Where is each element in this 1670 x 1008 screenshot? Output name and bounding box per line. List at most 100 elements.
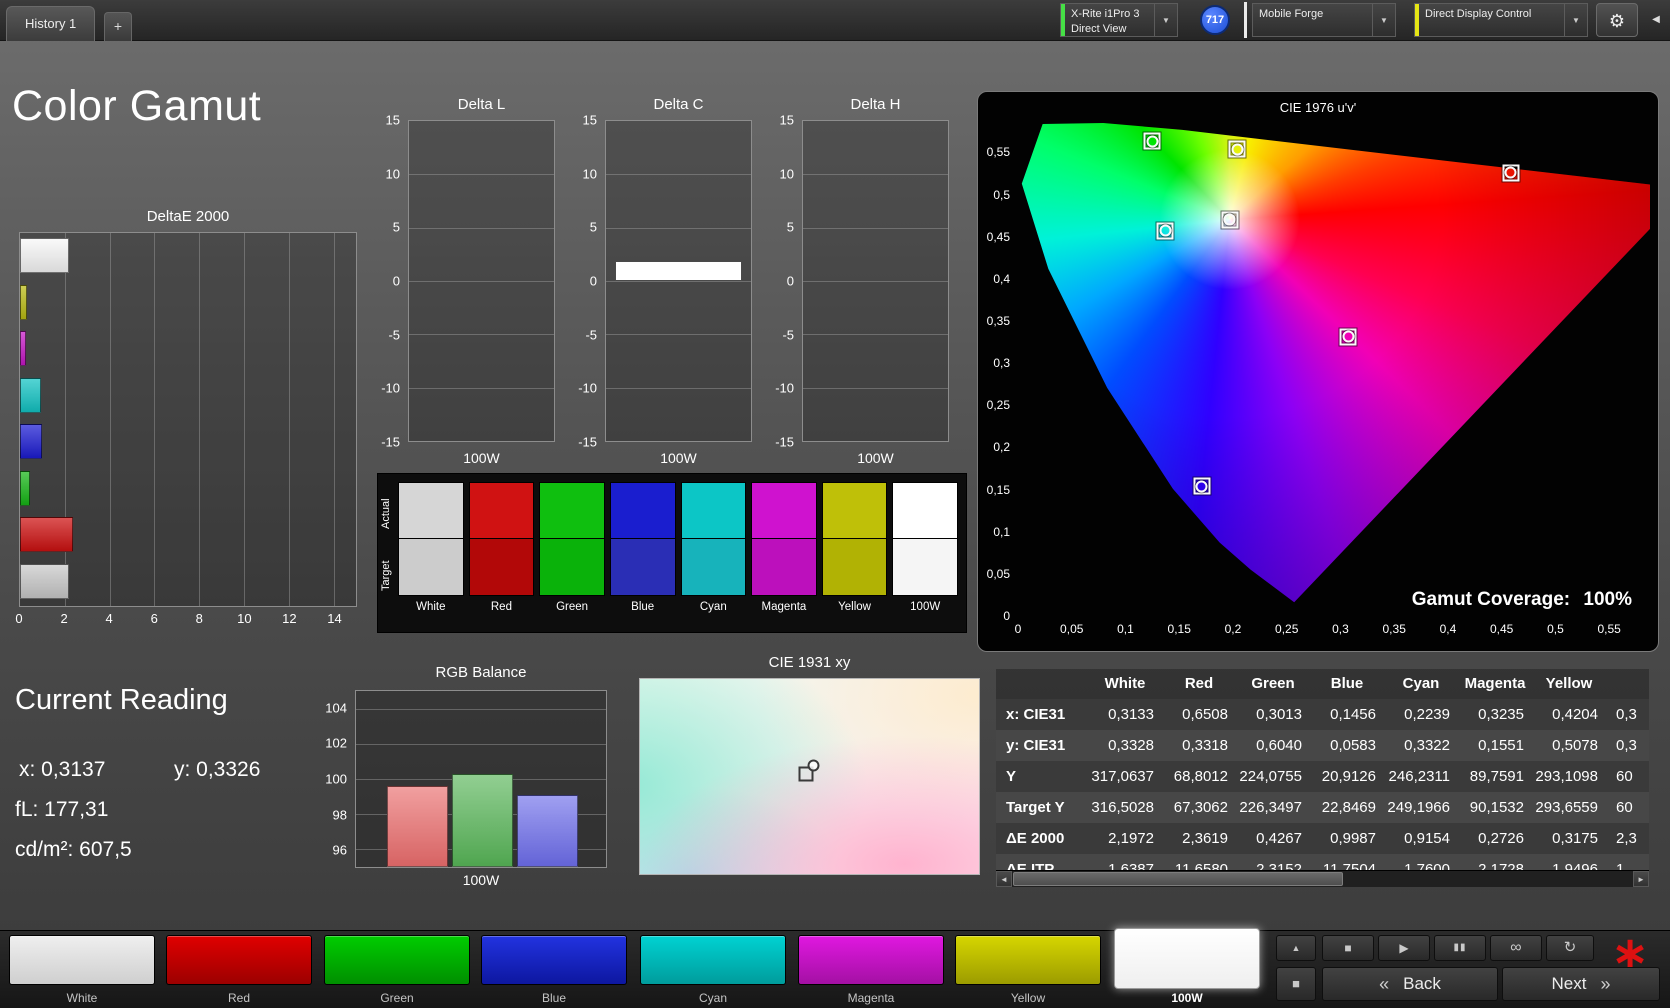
patch-button-Cyan[interactable] — [640, 935, 786, 985]
back-button[interactable]: « Back — [1322, 967, 1498, 1001]
table-cell: 0,4204 — [1552, 706, 1598, 723]
table-cell: 0,3133 — [1108, 706, 1154, 723]
table-row[interactable]: y: CIE31 0,3328 0,3318 0,6040 0,0583 0,3322 0,… — [996, 730, 1649, 761]
deltaC-plot — [605, 120, 752, 442]
source-dropdown[interactable]: Mobile Forge ▼ — [1252, 3, 1396, 37]
swatch-actual — [609, 482, 676, 539]
deltaC-xlabel: 100W — [660, 450, 697, 466]
gridline — [803, 281, 948, 282]
swatch-target — [468, 539, 535, 596]
x-tick: 12 — [282, 611, 297, 626]
refresh-button[interactable]: ↻ — [1546, 935, 1594, 961]
table-cell: 226,3497 — [1239, 799, 1302, 816]
y-tick: -15 — [775, 434, 794, 450]
cie-marker-yellow — [1228, 140, 1246, 158]
collapse-panel-button[interactable]: ◀ — [1644, 3, 1668, 37]
table-row[interactable]: x: CIE31 0,3133 0,6508 0,3013 0,1456 0,2239 0,… — [996, 699, 1649, 730]
patch-button-label: 100W — [1171, 991, 1203, 1005]
scroll-right-button[interactable]: ► — [1633, 871, 1649, 887]
table-row[interactable]: Y 317,0637 68,8012 224,0755 20,9126 246,2311 8… — [996, 761, 1649, 792]
gridline — [803, 174, 948, 176]
deltaC-bar — [615, 260, 742, 281]
swatch-Magenta: Magenta — [751, 482, 817, 626]
patch-button-White[interactable] — [9, 935, 155, 985]
swatch-Red: Red — [468, 482, 535, 626]
swatch-label: Red — [490, 601, 512, 613]
loop-button[interactable]: ∞ — [1490, 935, 1542, 961]
y-tick: 10 — [385, 166, 400, 182]
column-header: White — [1104, 675, 1146, 692]
swatch-row: White Red Green Blue Cyan Magenta Yellow 100W — [398, 482, 958, 626]
expand-button[interactable]: ▲ — [1276, 935, 1316, 961]
rgb-ylabels: 104 102 100 98 96 — [313, 690, 351, 868]
next-button[interactable]: Next » — [1502, 967, 1660, 1001]
patch-button-label: Red — [227, 991, 250, 1005]
meter-dropdown[interactable]: X-Rite i1Pro 3 Direct View ▼ — [1060, 3, 1178, 37]
cie1931-panel — [639, 678, 980, 875]
patch-button-Yellow[interactable] — [955, 935, 1101, 985]
deltae-bar-Cyan — [20, 377, 41, 413]
table-cell: 0,1456 — [1330, 706, 1376, 723]
table-cell: 2,3 — [1616, 830, 1637, 847]
chevron-down-icon: ▼ — [1372, 4, 1395, 36]
y-tick: 0 — [589, 273, 597, 289]
play-button[interactable]: ▶ — [1378, 935, 1430, 961]
swatch-label: White — [416, 601, 446, 613]
meter-count-badge: 717 — [1200, 5, 1230, 35]
y-tick: -10 — [578, 380, 597, 396]
cie-marker-green — [1143, 132, 1161, 150]
x-tick: 0,05 — [1060, 622, 1084, 636]
patch-button-100W[interactable] — [1114, 928, 1260, 989]
add-tab-button[interactable]: + — [104, 12, 132, 41]
y-tick: -15 — [381, 434, 400, 450]
patch-button-label: Yellow — [1010, 991, 1046, 1005]
cie-horseshoe — [1021, 123, 1650, 603]
table-row[interactable]: Target Y 316,5028 67,3062 226,3497 22,8469 24… — [996, 792, 1649, 823]
record-stop-button[interactable]: ■ — [1276, 967, 1316, 1001]
column-header: Magenta — [1464, 675, 1526, 692]
rgb-plot — [355, 690, 607, 868]
x-tick: 6 — [150, 611, 158, 626]
cie-marker-circle — [1195, 480, 1208, 493]
table-row[interactable]: ΔE 2000 2,1972 2,3619 0,4267 0,9987 0,9154 0,2… — [996, 823, 1649, 854]
source-label: Mobile Forge — [1259, 8, 1324, 20]
y-tick: -5 — [585, 327, 597, 343]
tab-history[interactable]: History 1 — [6, 6, 96, 41]
swatch-label: Magenta — [761, 601, 807, 613]
gridline — [409, 334, 554, 336]
y-tick: 0,1 — [993, 524, 1010, 539]
scrollbar-thumb[interactable] — [1013, 872, 1343, 886]
display-control-dropdown[interactable]: Direct Display Control ▼ — [1414, 3, 1588, 37]
row-label: y: CIE31 — [1006, 737, 1066, 754]
stop-button[interactable]: ■ — [1322, 935, 1374, 961]
y-tick: 15 — [582, 112, 597, 128]
swatch-actual — [468, 482, 535, 539]
row-label: Target Y — [1006, 799, 1065, 816]
pause-button[interactable]: ▮▮ — [1434, 935, 1486, 961]
deltaL-plot — [408, 120, 555, 442]
patch-button-Red[interactable] — [166, 935, 312, 985]
table-scrollbar[interactable]: ◄ ► — [996, 870, 1649, 887]
y-tick: 98 — [332, 807, 347, 823]
scroll-left-button[interactable]: ◄ — [996, 871, 1012, 887]
gridline — [154, 233, 156, 606]
settings-button[interactable]: ⚙ — [1596, 3, 1638, 37]
patch-button-Blue[interactable] — [481, 935, 627, 985]
deltae-bar-Yellow — [20, 284, 28, 320]
table-cell: 0,3013 — [1256, 706, 1302, 723]
y-tick: 10 — [582, 166, 597, 182]
table-cell: 2,3619 — [1182, 830, 1228, 847]
x-tick: 0,5 — [1547, 622, 1564, 636]
table-cell: 0,3328 — [1108, 737, 1154, 754]
gridline — [803, 334, 948, 336]
reading-x: x: 0,3137 — [19, 758, 106, 781]
table-cell: 0,5078 — [1552, 737, 1598, 754]
y-tick: 0,05 — [986, 566, 1010, 581]
table-cell: 0,4267 — [1256, 830, 1302, 847]
column-header: Blue — [1330, 675, 1364, 692]
patch-button-Magenta[interactable] — [798, 935, 944, 985]
rgb-bar-Blue — [517, 794, 578, 867]
table-cell: 293,6559 — [1535, 799, 1598, 816]
meter-mode: Direct View — [1071, 22, 1127, 35]
patch-button-Green[interactable] — [324, 935, 470, 985]
